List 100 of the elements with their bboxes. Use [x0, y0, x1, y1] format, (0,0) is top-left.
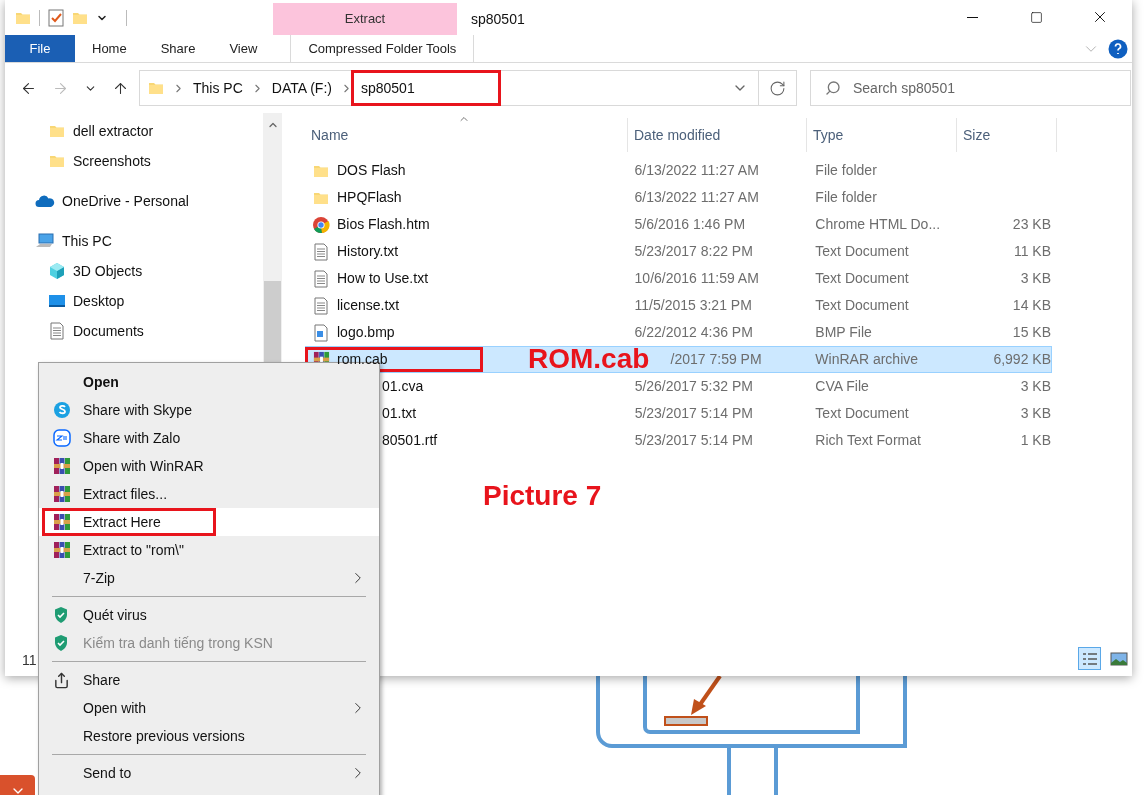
menu-item[interactable]: Share with Skype	[39, 396, 379, 424]
file-row[interactable]: rom.cab ROM.cab /2017 7:59 PM WinRAR archive 6,992 KB	[305, 346, 1052, 373]
menu-item[interactable]: Share with Zalo	[39, 424, 379, 452]
file-row[interactable]: logo.bmp 6/22/2012 4:36 PM BMP File 15 KB	[305, 319, 1052, 346]
window-title: sp80501	[471, 10, 525, 29]
ribbon-tab[interactable]: File	[5, 35, 75, 62]
help-icon[interactable]	[1108, 38, 1128, 59]
search-icon	[825, 80, 841, 96]
menu-item[interactable]: Share	[39, 666, 379, 694]
type-cell: File folder	[815, 162, 877, 178]
text-file-icon	[49, 322, 65, 340]
details-list-icon	[1081, 651, 1098, 666]
checklist-icon[interactable]	[48, 8, 64, 27]
share-icon	[53, 671, 70, 689]
type-cell: BMP File	[815, 324, 872, 340]
menu-item[interactable]: Send to	[39, 759, 379, 787]
type-cell: CVA File	[815, 378, 869, 394]
ribbon-tab[interactable]: Compressed Folder Tools	[290, 35, 475, 62]
menu-item[interactable]: Restore previous versions	[39, 722, 379, 750]
corner-button[interactable]	[0, 775, 35, 795]
column-header[interactable]: Type	[807, 118, 957, 152]
chat-bubble-icon	[53, 429, 71, 447]
image-file-icon	[313, 323, 329, 342]
column-header[interactable]: Size	[957, 118, 1057, 152]
file-row[interactable]: Bios Flash.htm 5/6/2016 1:46 PM Chrome HTML Do... 23 KB	[305, 211, 1052, 238]
text-file-icon	[313, 242, 329, 261]
nav-label: 11	[22, 651, 37, 670]
minimize-icon	[966, 16, 978, 18]
type-cell: WinRAR archive	[815, 351, 919, 367]
chat-bubble-icon	[53, 401, 71, 419]
type-cell: Chrome HTML Do...	[815, 216, 941, 232]
file-name: How to Use.txt	[337, 269, 429, 288]
refresh-icon	[769, 79, 786, 97]
search-input[interactable]: Search sp80501	[853, 77, 1034, 99]
ribbon-tab[interactable]: View	[212, 35, 275, 62]
folder-icon	[49, 123, 65, 139]
type-cell: File folder	[815, 189, 877, 205]
size-cell: 1 KB	[1020, 432, 1051, 448]
menu-item[interactable]: Extract files...	[39, 480, 379, 508]
file-name: HPQFlash	[337, 188, 402, 207]
size-cell: 3 KB	[1020, 405, 1051, 421]
menu-item[interactable]: Open with WinRAR	[39, 452, 379, 480]
ribbon-tab[interactable]: Share	[143, 35, 213, 62]
menu-item[interactable]: Quét virus	[39, 601, 379, 629]
type-cell: Rich Text Format	[815, 432, 921, 448]
nav-label: Screenshots	[73, 151, 151, 171]
date-cell: 10/6/2016 11:59 AM	[634, 270, 759, 286]
file-row[interactable]: license.txt 11/5/2015 3:21 PM Text Document 14 KB	[305, 292, 1052, 319]
address-bar[interactable]: This PC DATA (F:) sp80501	[139, 70, 759, 106]
annotation-caption: Picture 7	[483, 482, 602, 510]
text-file-icon	[313, 296, 329, 315]
ribbon-tab[interactable]: Home	[75, 35, 144, 62]
nav-item[interactable]: This PC	[5, 226, 263, 256]
maximize-icon	[1029, 10, 1043, 24]
date-cell: 6/22/2012 4:36 PM	[634, 324, 753, 340]
nav-item[interactable]: dell extractor	[5, 116, 263, 146]
archive-books-icon	[53, 513, 71, 531]
computer-icon	[35, 233, 55, 249]
file-row[interactable]: DOS Flash 6/13/2022 11:27 AM File folder	[305, 157, 1052, 184]
menu-item[interactable]: Open with	[39, 694, 379, 722]
refresh-button[interactable]	[759, 70, 797, 106]
folder-icon	[148, 80, 164, 96]
file-name: Bios Flash.htm	[337, 215, 430, 234]
type-cell: Text Document	[815, 405, 909, 421]
nav-label: OneDrive - Personal	[62, 191, 189, 211]
size-cell: 23 KB	[1012, 216, 1051, 232]
menu-item[interactable]: 7-Zip	[39, 564, 379, 592]
breadcrumb[interactable]: This PC	[193, 77, 243, 99]
file-row[interactable]: History.txt 5/23/2017 8:22 PM Text Document 11 KB	[305, 238, 1052, 265]
date-cell: 5/6/2016 1:46 PM	[634, 216, 746, 232]
column-header[interactable]: Date modified	[628, 118, 807, 152]
breadcrumb[interactable]: DATA (F:)	[271, 77, 332, 99]
size-cell: 6,992 KB	[993, 351, 1051, 367]
size-cell: 11 KB	[1013, 243, 1051, 259]
breadcrumb[interactable]: sp80501	[360, 77, 415, 99]
file-row[interactable]: HPQFlash 6/13/2022 11:27 AM File folder	[305, 184, 1052, 211]
search-field[interactable]: Search sp80501	[810, 70, 1131, 106]
nav-item[interactable]: Documents	[5, 316, 263, 346]
nav-label: This PC	[62, 231, 112, 251]
annotation-label: ROM.cab	[528, 345, 650, 373]
file-name: rom.cab	[337, 350, 388, 369]
nav-label: Documents	[73, 321, 144, 341]
date-cell: /2017 7:59 PM	[670, 351, 762, 367]
details-view-button[interactable]	[1078, 647, 1101, 670]
cube-icon	[48, 262, 66, 280]
nav-item[interactable]: Desktop	[5, 286, 263, 316]
column-header[interactable]: Name	[305, 118, 628, 152]
nav-item[interactable]: Screenshots	[5, 146, 263, 176]
menu-item[interactable]: Extract to "rom\"	[39, 536, 379, 564]
file-name: 80501.rtf	[382, 431, 438, 450]
archive-books-icon	[53, 541, 71, 559]
date-cell: 11/5/2015 3:21 PM	[634, 297, 752, 313]
file-name: logo.bmp	[337, 323, 395, 342]
desktop-icon	[48, 293, 66, 309]
menu-item[interactable]: Extract Here	[39, 508, 379, 536]
nav-item[interactable]: OneDrive - Personal	[5, 186, 263, 216]
file-row[interactable]: How to Use.txt 10/6/2016 11:59 AM Text Document 3 KB	[305, 265, 1052, 292]
nav-item[interactable]: 3D Objects	[5, 256, 263, 286]
date-cell: 5/23/2017 5:14 PM	[634, 432, 753, 448]
archive-books-icon	[53, 457, 71, 475]
